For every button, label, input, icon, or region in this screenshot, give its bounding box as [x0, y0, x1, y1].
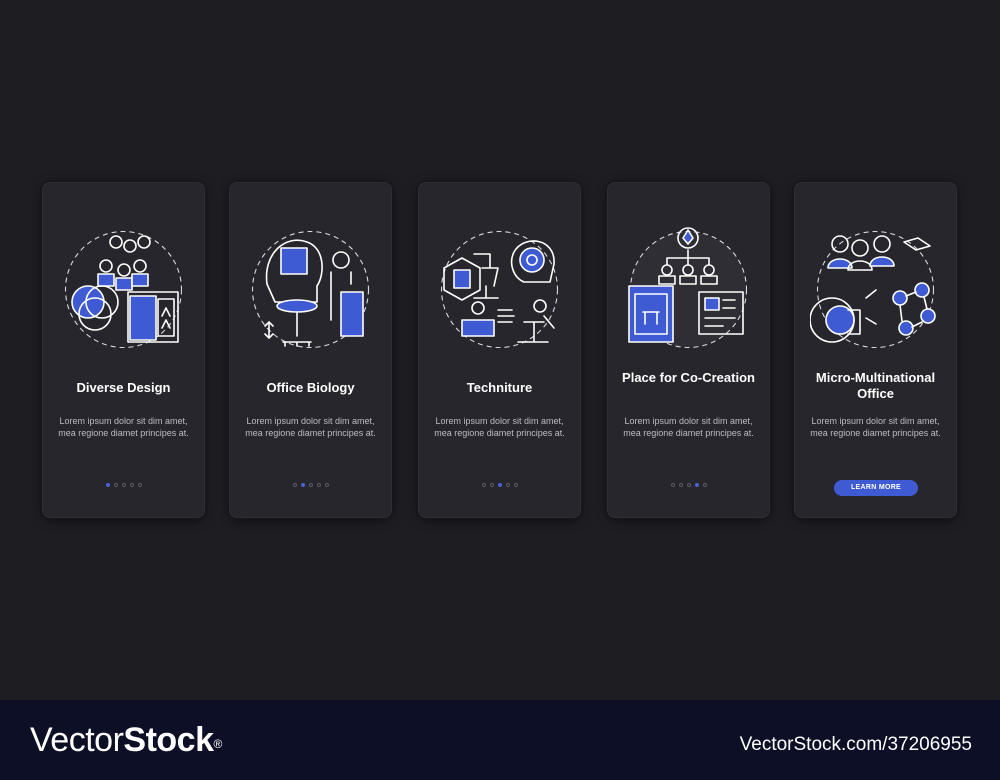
page-dot[interactable]	[137, 483, 142, 487]
watermark-footer: VectorStock® VectorStock.com/37206955	[0, 700, 1000, 780]
card-description: Lorem ipsum dolor sit dim amet, mea regi…	[245, 416, 376, 438]
pagination-dots	[42, 483, 205, 487]
onboarding-card-co-creation: Place for Co-Creation Lorem ipsum dolor …	[607, 182, 770, 518]
page-dot[interactable]	[694, 483, 699, 487]
page-dot[interactable]	[489, 483, 494, 487]
card-description: Lorem ipsum dolor sit dim amet, mea regi…	[623, 416, 754, 438]
page-dot[interactable]	[481, 483, 486, 487]
office-biology-illustration-icon	[251, 230, 370, 349]
page-dot[interactable]	[686, 483, 691, 487]
page-dot[interactable]	[308, 483, 313, 487]
onboarding-card-diverse-design: Diverse Design Lorem ipsum dolor sit dim…	[42, 182, 205, 518]
onboarding-card-techniture: Techniture Lorem ipsum dolor sit dim ame…	[418, 182, 581, 518]
learn-more-button[interactable]: LEARN MORE	[834, 480, 918, 496]
image-id-text: VectorStock.com/37206955	[739, 734, 972, 755]
pagination-dots	[418, 483, 581, 487]
card-description: Lorem ipsum dolor sit dim amet, mea regi…	[58, 416, 189, 438]
page-dot[interactable]	[129, 483, 134, 487]
onboarding-screens: Diverse Design Lorem ipsum dolor sit dim…	[0, 0, 1000, 700]
co-creation-illustration-icon	[628, 227, 748, 349]
pagination-dots	[607, 483, 770, 487]
page-dot[interactable]	[316, 483, 321, 487]
page-dot[interactable]	[513, 483, 518, 487]
onboarding-card-micro-multinational-office: Micro-Multinational Office Lorem ipsum d…	[794, 182, 957, 518]
page-dot[interactable]	[113, 483, 118, 487]
micro-multinational-office-illustration-icon	[810, 230, 936, 349]
card-title: Office Biology	[266, 380, 355, 395]
card-title: Place for Co-Creation	[622, 370, 755, 385]
page-dot[interactable]	[292, 483, 297, 487]
page-dot[interactable]	[505, 483, 510, 487]
card-description: Lorem ipsum dolor sit dim amet, mea regi…	[810, 416, 941, 438]
page-dot[interactable]	[324, 483, 329, 487]
page-dot[interactable]	[702, 483, 707, 487]
vectorstock-logo: VectorStock®	[30, 721, 222, 759]
card-title: Techniture	[466, 380, 533, 395]
diverse-design-illustration-icon	[64, 230, 183, 349]
pagination-dots	[229, 483, 392, 487]
page-dot[interactable]	[121, 483, 126, 487]
page-dot[interactable]	[497, 483, 502, 487]
page-dot[interactable]	[670, 483, 675, 487]
card-description: Lorem ipsum dolor sit dim amet, mea regi…	[434, 416, 565, 438]
page-dot[interactable]	[678, 483, 683, 487]
page-dot[interactable]	[105, 483, 110, 487]
techniture-illustration-icon	[440, 230, 559, 349]
card-title: Micro-Multinational Office	[815, 370, 936, 401]
card-title: Diverse Design	[76, 380, 171, 395]
onboarding-card-office-biology: Office Biology Lorem ipsum dolor sit dim…	[229, 182, 392, 518]
page-dot[interactable]	[300, 483, 305, 487]
